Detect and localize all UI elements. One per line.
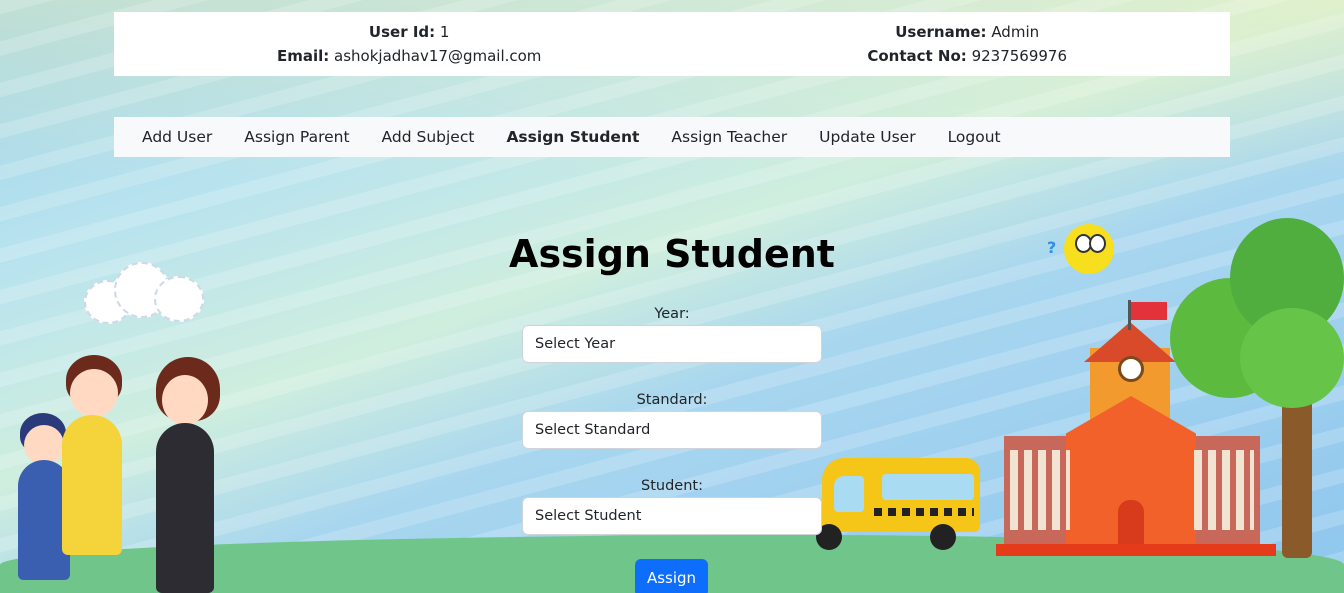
nav-assign-parent[interactable]: Assign Parent [228, 128, 365, 146]
page-title: Assign Student [509, 232, 835, 276]
nav-add-user[interactable]: Add User [126, 128, 228, 146]
email-label: Email: [276, 47, 330, 65]
contact-row: Contact No: 9237569976 [867, 44, 1067, 68]
main-navbar: Add User Assign Parent Add Subject Assig… [114, 117, 1230, 157]
children-illustration [10, 355, 230, 593]
student-select[interactable]: Select Student [522, 497, 822, 535]
nav-assign-student[interactable]: Assign Student [490, 128, 655, 146]
user-info-right: Username: Admin Contact No: 9237569976 [867, 20, 1067, 68]
nav-update-user[interactable]: Update User [803, 128, 931, 146]
standard-group: Standard: Select Standard [522, 389, 822, 449]
user-info-left: User Id: 1 Email: ashokjadhav17@gmail.co… [277, 20, 541, 68]
standard-select[interactable]: Select Standard [522, 411, 822, 449]
contact-label: Contact No: [867, 47, 967, 65]
username-label: Username: [895, 23, 987, 41]
email-value: ashokjadhav17@gmail.com [334, 47, 542, 65]
student-group: Student: Select Student [522, 475, 822, 535]
nav-logout[interactable]: Logout [932, 128, 1017, 146]
school-bus-illustration [816, 458, 980, 550]
standard-label: Standard: [636, 392, 708, 408]
username-value: Admin [991, 23, 1040, 41]
year-group: Year: Select Year [522, 303, 822, 363]
assign-button[interactable]: Assign [635, 559, 708, 593]
user-id-row: User Id: 1 [277, 20, 541, 44]
email-row: Email: ashokjadhav17@gmail.com [277, 44, 541, 68]
assign-student-form: Year: Select Year Standard: Select Stand… [522, 303, 822, 561]
nav-assign-teacher[interactable]: Assign Teacher [655, 128, 803, 146]
user-id-value: 1 [439, 23, 450, 41]
contact-value: 9237569976 [971, 47, 1068, 65]
nav-add-subject[interactable]: Add Subject [366, 128, 491, 146]
year-label: Year: [654, 306, 690, 322]
username-row: Username: Admin [867, 20, 1067, 44]
year-select[interactable]: Select Year [522, 325, 822, 363]
user-id-label: User Id: [368, 23, 436, 41]
user-info-card: User Id: 1 Email: ashokjadhav17@gmail.co… [114, 12, 1230, 76]
student-label: Student: [641, 478, 703, 494]
